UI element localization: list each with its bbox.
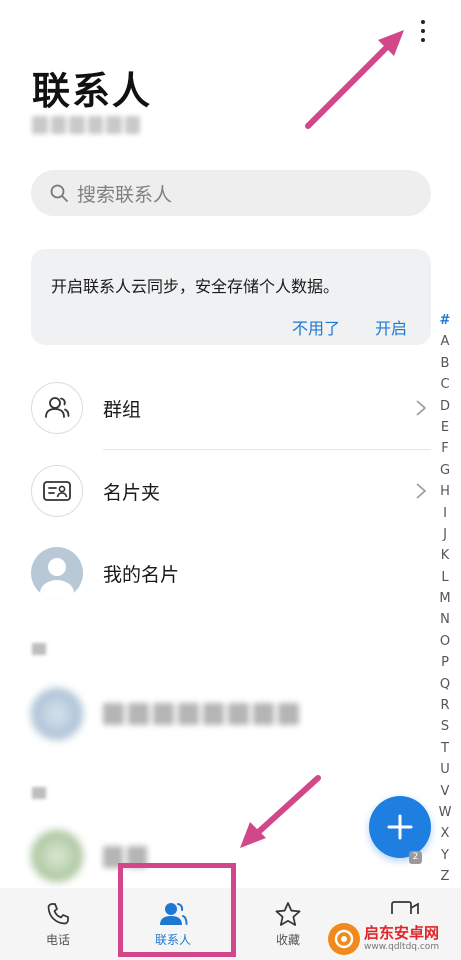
page-title: 联系人 [32,69,153,113]
business-card-icon [31,465,83,517]
my-card-label: 我的名片 [103,564,180,586]
index-letter[interactable]: O [440,631,450,652]
index-letter[interactable]: E [441,417,449,438]
watermark-url: www.qdltdq.com [364,942,440,952]
index-letter[interactable]: S [441,716,449,737]
index-letter[interactable]: M [439,588,450,609]
index-letter[interactable]: Q [440,674,450,695]
my-card-row[interactable]: 我的名片 [0,532,432,614]
chevron-right-icon [416,400,427,416]
index-letter[interactable]: D [440,396,450,417]
index-letter[interactable]: W [439,802,452,823]
index-letter[interactable]: I [443,503,447,524]
index-letter[interactable]: F [441,438,448,459]
watermark-logo-icon [328,923,360,955]
search-placeholder: 搜索联系人 [77,183,173,206]
index-letter[interactable]: G [440,460,450,481]
more-options-button[interactable] [408,14,438,48]
cloud-sync-message: 开启联系人云同步，安全存储个人数据。 [51,277,340,296]
section-header-redacted [32,787,46,799]
avatar [31,547,83,599]
phone-icon [47,902,69,924]
index-letter[interactable]: N [440,609,450,630]
star-icon [275,901,301,926]
index-letter[interactable]: A [441,331,450,352]
more-dot [421,20,425,24]
search-input[interactable]: 搜索联系人 [31,170,431,216]
groups-row[interactable]: 群组 [0,367,432,449]
tab-phone-label: 电话 [45,932,70,947]
index-letter[interactable]: P [441,652,449,673]
contact-count-redacted [32,116,140,134]
index-letter[interactable]: L [441,567,448,588]
annotation-highlight-box [118,863,236,957]
index-letter[interactable]: K [441,545,450,566]
tab-phone[interactable]: 电话 [32,888,84,960]
cloud-sync-card: 开启联系人云同步，安全存储个人数据。 不用了 开启 [31,249,431,345]
video-icon [391,901,419,914]
watermark: 启东安卓网 www.qdltdq.com [328,918,461,960]
fab-badge: 2 [409,851,422,864]
index-letter[interactable]: B [441,353,450,374]
more-dot [421,38,425,42]
index-letter[interactable]: H [440,481,450,502]
chevron-right-icon [416,483,427,499]
contact-name-redacted[interactable] [103,703,299,725]
index-letter[interactable]: V [441,781,450,802]
section-header-redacted [32,643,46,655]
add-contact-button[interactable] [369,796,431,858]
index-letter[interactable]: R [440,695,449,716]
watermark-title: 启东安卓网 [364,924,440,942]
index-letter[interactable]: T [441,738,449,759]
index-letter[interactable]: J [443,524,447,545]
alphabet-index[interactable]: # A B C D E F G H I J K L M N O P Q R S … [436,310,454,888]
business-cards-label: 名片夹 [103,482,161,504]
business-cards-row[interactable]: 名片夹 [0,450,432,532]
index-letter[interactable]: U [440,759,450,780]
groups-label: 群组 [103,399,142,421]
contact-avatar-redacted[interactable] [31,830,83,882]
index-letter[interactable]: Y [441,845,449,866]
plus-icon [387,814,413,840]
index-letter[interactable]: Z [441,866,450,887]
group-icon [31,382,83,434]
index-letter[interactable]: C [440,374,449,395]
index-letter[interactable]: # [440,310,451,331]
index-letter[interactable]: X [441,823,450,844]
more-dot [421,29,425,33]
tab-favorites-label: 收藏 [275,932,300,947]
tab-favorites[interactable]: 收藏 [262,888,314,960]
search-icon [50,184,68,202]
enable-sync-button[interactable]: 开启 [375,315,407,339]
contact-avatar-redacted[interactable] [31,688,83,740]
dismiss-sync-button[interactable]: 不用了 [292,315,340,339]
